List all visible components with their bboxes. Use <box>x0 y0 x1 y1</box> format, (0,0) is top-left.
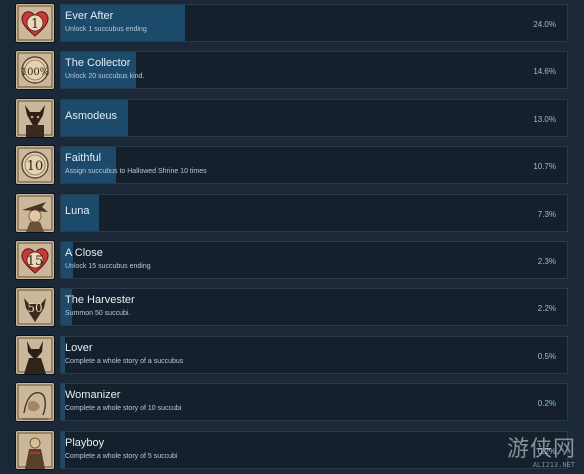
achievement-panel: The Harvester Summon 50 succubi. 2.2% <box>60 288 568 327</box>
unlock-percent: 2.2% <box>537 304 556 314</box>
achievement-title: The Collector <box>65 57 131 70</box>
achievement-description: Assign succubus to Hallowed Shrine 10 ti… <box>65 168 207 176</box>
achievement-description: Complete a whole story of a succubus <box>65 357 184 365</box>
unlock-percent: 14.6% <box>533 67 556 77</box>
achievement-title: Playboy <box>65 436 105 449</box>
unlock-percent: 13.0% <box>533 114 556 124</box>
achievement-panel: Lover Complete a whole story of a succubu… <box>60 335 568 374</box>
achievement-panel: Womanizer Complete a whole story of 10 su… <box>60 383 568 422</box>
horned-figure-icon <box>16 335 54 374</box>
unlock-percent: 10.7% <box>533 162 556 172</box>
sketch-figure-icon <box>16 383 54 422</box>
achievement-panel: Ever After Unlock 1 succubus ending 24.0% <box>60 4 568 42</box>
unlock-percent: 24.0% <box>533 20 556 29</box>
achievement-description: Summon 50 succubi. <box>65 310 131 318</box>
achievement-description: Complete a whole story of 10 succubi <box>65 405 182 413</box>
unlock-percent: 7.3% <box>537 209 556 219</box>
svg-text:15: 15 <box>27 254 44 269</box>
svg-text:10: 10 <box>27 159 44 174</box>
achievement-row[interactable]: Asmodeus 13.0% <box>0 95 584 142</box>
svg-text:50: 50 <box>27 301 42 315</box>
robed-figure-icon <box>16 430 54 469</box>
achievement-title: A Close <box>65 247 103 259</box>
achievement-description: Unlock 15 succubus ending <box>65 263 151 270</box>
achievement-row[interactable]: 100% The Collector Unlock 20 succubus kind… <box>0 47 584 94</box>
achievement-description: Complete a whole story of 5 succubi <box>65 452 178 460</box>
achievement-title: Womanizer <box>65 389 121 402</box>
witch-portrait-icon <box>16 193 54 232</box>
achievement-row[interactable]: Playboy Complete a whole story of 5 succu… <box>0 427 584 474</box>
achievement-description: Unlock 20 succubus kind. <box>65 73 145 81</box>
horned-number-icon: 50 <box>16 288 54 327</box>
heart-number-icon: 15 <box>16 241 54 279</box>
achievement-title: Asmodeus <box>65 109 117 122</box>
achievement-title: Lover <box>65 341 93 354</box>
achievement-row[interactable]: Luna 7.3% <box>0 190 584 237</box>
achievement-row[interactable]: Womanizer Complete a whole story of 10 su… <box>0 379 584 426</box>
badge-number-icon: 10 <box>16 146 54 185</box>
achievement-title: The Harvester <box>65 294 135 307</box>
heart-number-icon: 1 <box>16 4 54 42</box>
achievement-panel: Asmodeus 13.0% <box>60 98 568 137</box>
achievement-list: 1 Ever After Unlock 1 succubus ending 24.0%… <box>0 0 584 473</box>
achievement-row[interactable]: 50 The Harvester Summon 50 succubi. 2.2% <box>0 284 584 331</box>
unlock-percent: 2.3% <box>537 257 556 266</box>
achievement-panel: The Collector Unlock 20 succubus kind. 14.… <box>60 51 568 90</box>
achievement-description: Unlock 1 succubus ending <box>65 26 147 33</box>
svg-text:100%: 100% <box>21 67 50 78</box>
achievement-row[interactable]: 15 A Close Unlock 15 succubus ending 2.3% <box>0 237 584 284</box>
achievement-title: Faithful <box>65 152 102 165</box>
achievement-row[interactable]: 1 Ever After Unlock 1 succubus ending 24.0% <box>0 0 584 47</box>
badge-number-icon: 100% <box>16 51 54 90</box>
achievement-row[interactable]: 10 Faithful Assign succubus to Hallowed Sh… <box>0 142 584 189</box>
unlock-percent: 0.5% <box>537 351 556 361</box>
achievement-panel: Playboy Complete a whole story of 5 succu… <box>60 430 568 469</box>
achievement-panel: A Close Unlock 15 succubus ending 2.3% <box>60 241 568 279</box>
achievement-title: Ever After <box>65 10 114 22</box>
unlock-percent: 0.2% <box>537 399 556 409</box>
unlock-percent: 0.2% <box>537 446 556 456</box>
demon-portrait-icon <box>16 98 54 137</box>
achievement-title: Luna <box>65 204 90 217</box>
achievement-row[interactable]: Lover Complete a whole story of a succubu… <box>0 332 584 379</box>
achievement-panel: Luna 7.3% <box>60 193 568 232</box>
svg-text:1: 1 <box>31 17 39 32</box>
achievement-panel: Faithful Assign succubus to Hallowed Shri… <box>60 146 568 185</box>
